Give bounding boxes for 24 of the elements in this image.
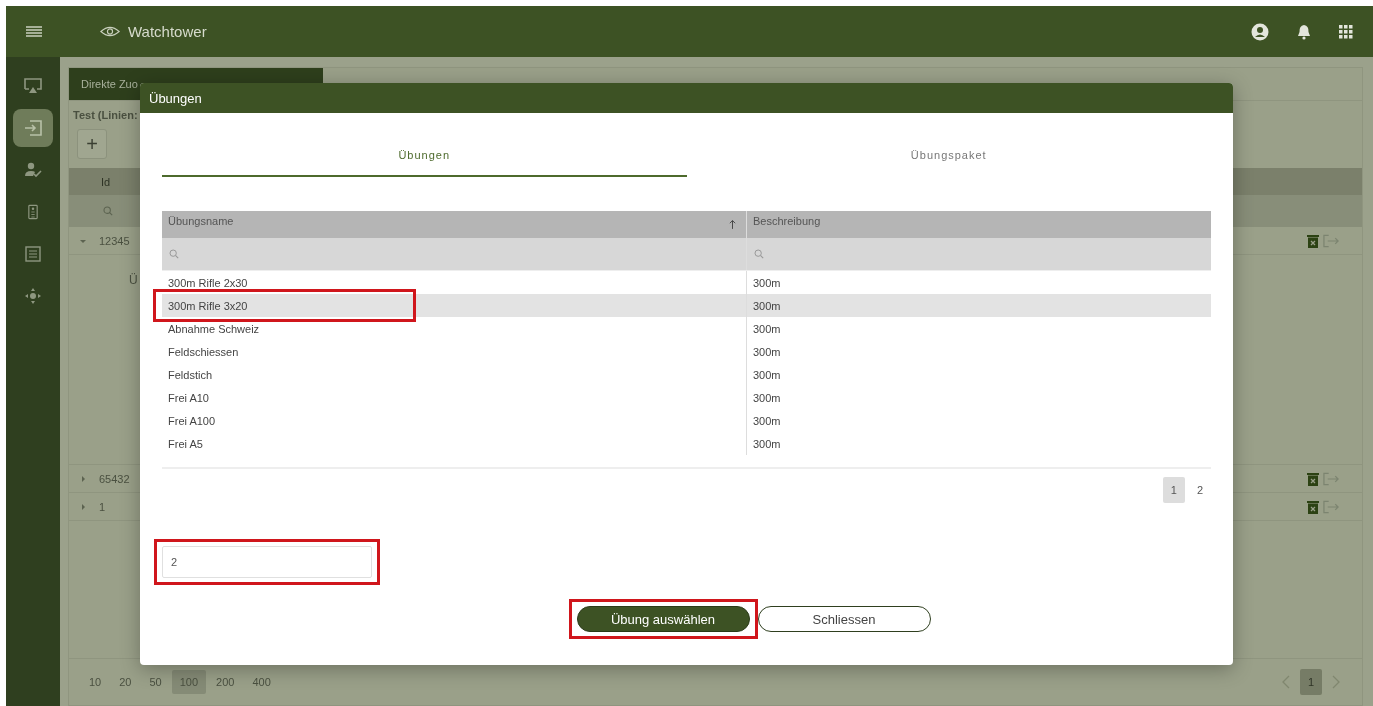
description-cell: 300m [753,368,781,381]
detail-label: Ü [129,273,138,289]
description-cell: 300m [753,299,781,312]
name-cell: Frei A5 [168,437,203,450]
description-cell: 300m [753,276,781,289]
name-cell: 300m Rifle 3x20 [168,299,248,312]
description-cell: 300m [753,322,781,335]
name-cell: Abnahme Schweiz [168,322,260,335]
description-cell: 300m [753,437,781,450]
name-cell: Feldschiessen [168,345,239,358]
description-cell: 300m [753,391,781,404]
row-id: 12345 [99,234,130,247]
description-cell: 300m [753,345,781,358]
row-id: 1 [99,500,106,513]
row-id: 65432 [99,472,130,485]
column-header: Id [101,175,111,188]
name-cell: Feldstich [168,368,213,381]
description-cell: 300m [753,414,781,427]
app-title: Watchtower [128,23,207,40]
dialog-title: Übungen [149,90,202,106]
name-cell: Frei A10 [168,391,209,404]
list-caption: Test (Linien: [72,108,139,123]
name-cell: 300m Rifle 2x30 [168,276,248,289]
name-cell: Frei A100 [168,414,216,427]
